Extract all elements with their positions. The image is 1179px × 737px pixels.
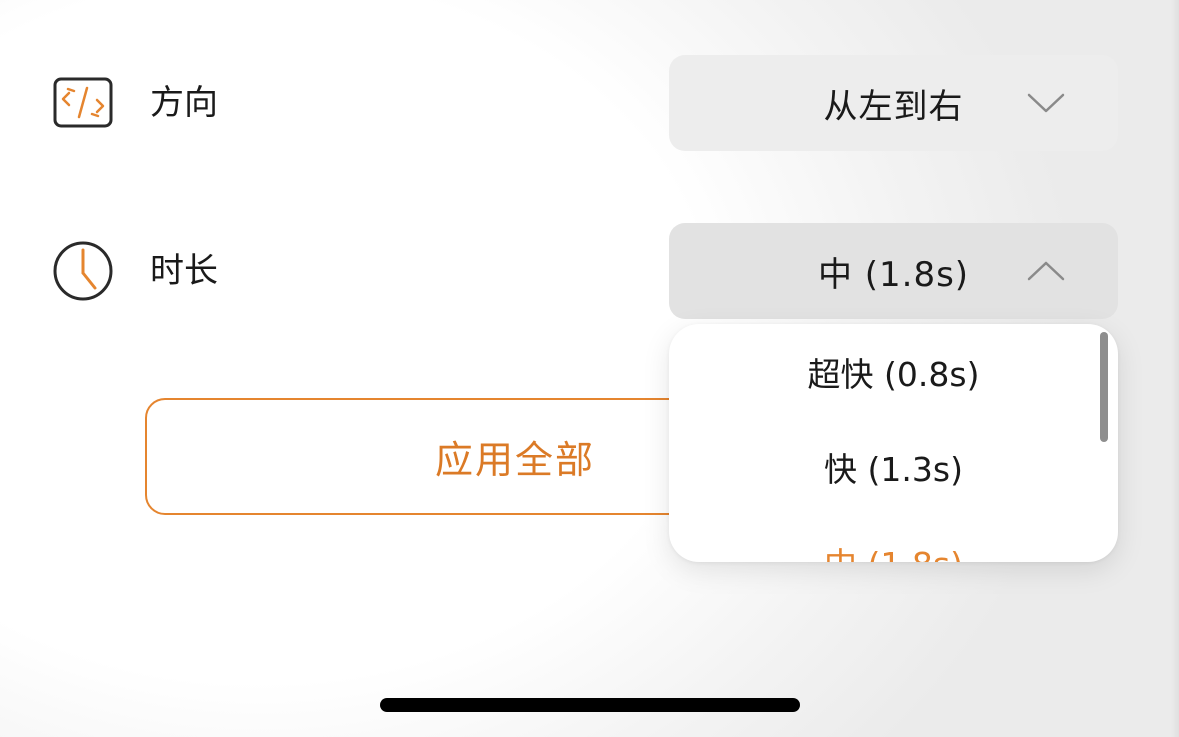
- menu-scrollbar[interactable]: [1100, 332, 1108, 442]
- apply-all-label: 应用全部: [434, 438, 595, 482]
- direction-label: 方向: [150, 83, 218, 123]
- duration-dropdown[interactable]: 中 (1.8s): [669, 223, 1118, 319]
- clock-icon: [52, 240, 114, 302]
- menu-option-medium[interactable]: 中 (1.8s): [669, 532, 1118, 562]
- home-indicator[interactable]: [380, 698, 800, 712]
- apply-all-button[interactable]: 应用全部: [145, 398, 725, 515]
- direction-value: 从左到右: [823, 86, 964, 127]
- duration-label: 时长: [150, 251, 218, 291]
- direction-arrows-icon: [52, 72, 114, 134]
- menu-option-super-fast[interactable]: 超快 (0.8s): [669, 342, 1118, 402]
- duration-options-menu[interactable]: 超快 (0.8s) 快 (1.3s) 中 (1.8s): [669, 324, 1118, 562]
- chevron-down-icon: [1027, 93, 1065, 113]
- chevron-up-icon: [1027, 261, 1065, 281]
- sheet-edge: [1171, 0, 1179, 737]
- direction-dropdown[interactable]: 从左到右: [669, 55, 1118, 151]
- duration-value: 中 (1.8s): [817, 254, 970, 295]
- menu-option-fast[interactable]: 快 (1.3s): [669, 437, 1118, 497]
